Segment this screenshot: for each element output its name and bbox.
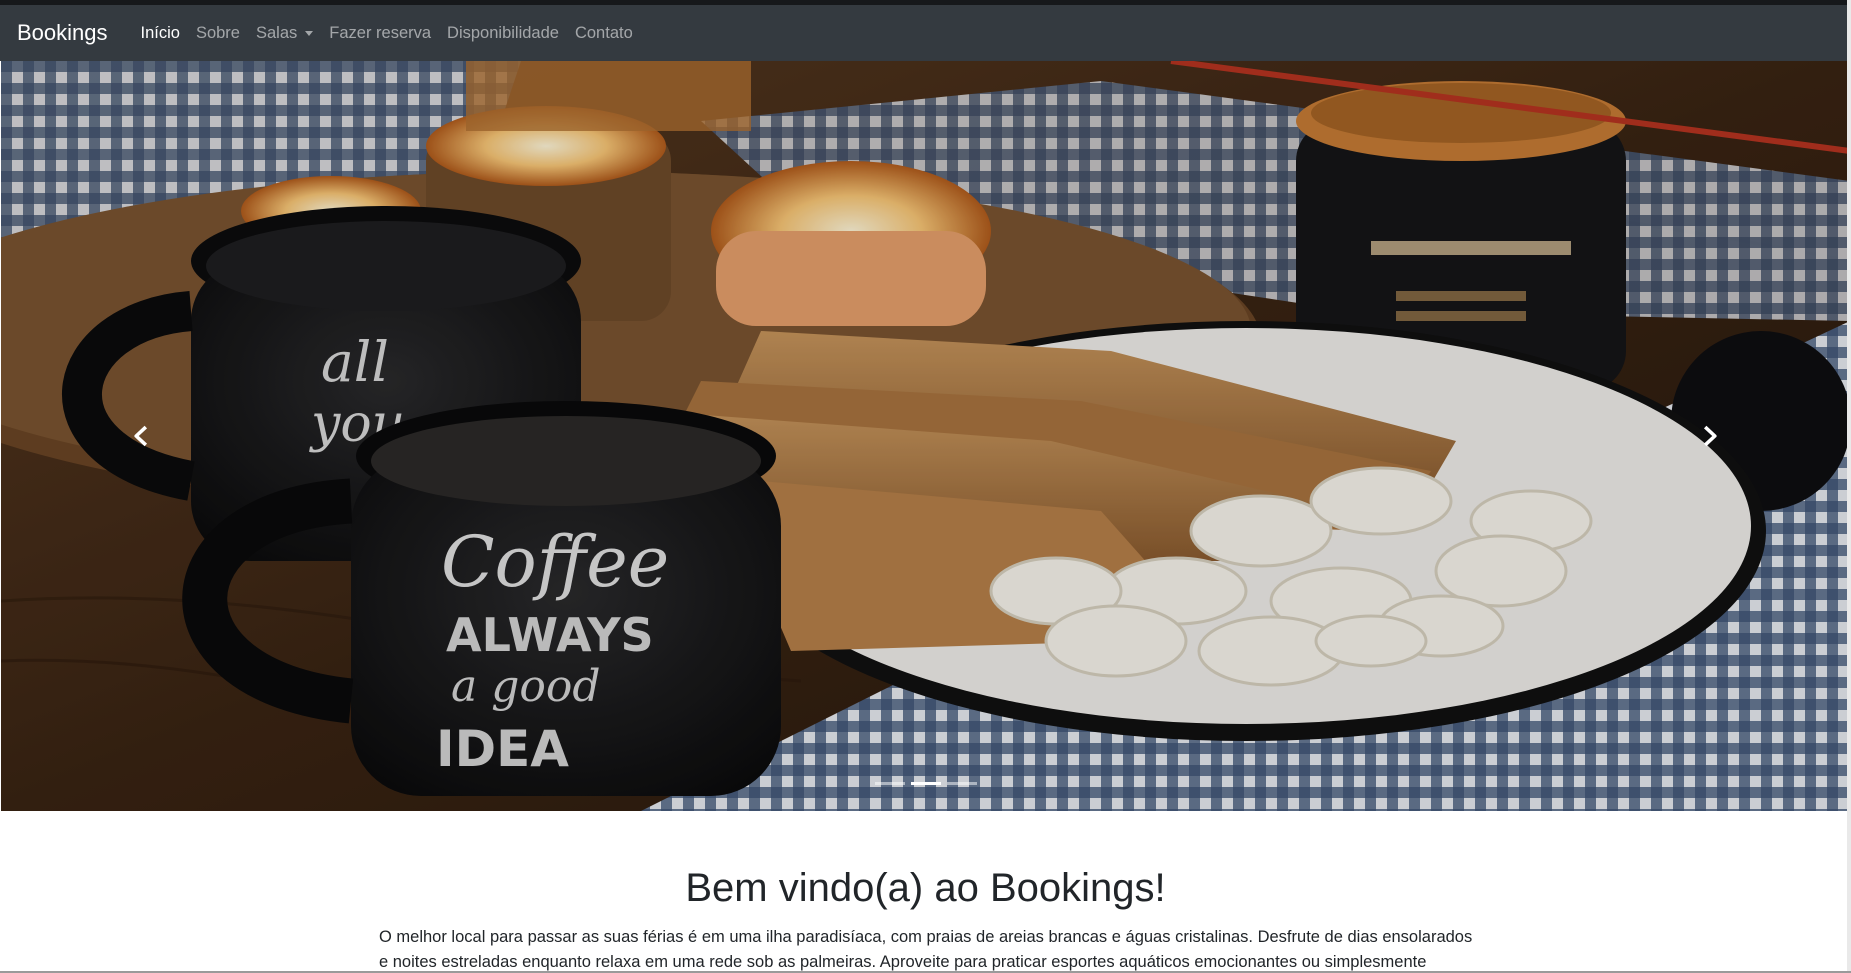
nav-link-disponibilidade[interactable]: Disponibilidade bbox=[439, 24, 567, 43]
nav-dropdown-salas[interactable]: Salas bbox=[248, 24, 321, 43]
carousel-indicator-1[interactable] bbox=[874, 782, 905, 785]
window-scrollbar[interactable] bbox=[1847, 0, 1851, 973]
carousel-indicator-3[interactable] bbox=[946, 782, 977, 785]
nav-link-inicio[interactable]: Início bbox=[133, 24, 188, 43]
welcome-section: Bem vindo(a) ao Bookings! O melhor local… bbox=[0, 811, 1851, 973]
nav-links: Início Sobre Salas Fazer reserva Disponi… bbox=[133, 24, 641, 43]
carousel-next-button[interactable] bbox=[1570, 61, 1850, 811]
carousel-indicators bbox=[1, 782, 1850, 785]
carousel-indicator-2[interactable] bbox=[910, 782, 941, 785]
nav-link-fazer-reserva[interactable]: Fazer reserva bbox=[321, 24, 439, 43]
navbar-brand[interactable]: Bookings bbox=[17, 20, 108, 46]
hero-carousel: all you Coffee ALWAYS a good IDEA bbox=[1, 61, 1850, 811]
page: Bookings Início Sobre Salas Fazer reserv… bbox=[0, 0, 1851, 973]
welcome-paragraph: O melhor local para passar as suas féria… bbox=[379, 928, 1473, 971]
nav-link-contato[interactable]: Contato bbox=[567, 24, 641, 43]
chevron-right-icon bbox=[1703, 425, 1717, 447]
chevron-left-icon bbox=[134, 425, 148, 447]
nav-link-sobre[interactable]: Sobre bbox=[188, 24, 248, 43]
page-title: Bem vindo(a) ao Bookings! bbox=[685, 866, 1166, 910]
nav-dropdown-salas-label: Salas bbox=[255, 23, 298, 42]
carousel-prev-button[interactable] bbox=[1, 61, 281, 811]
navbar: Bookings Início Sobre Salas Fazer reserv… bbox=[0, 5, 1851, 61]
caret-down-icon bbox=[305, 30, 314, 36]
